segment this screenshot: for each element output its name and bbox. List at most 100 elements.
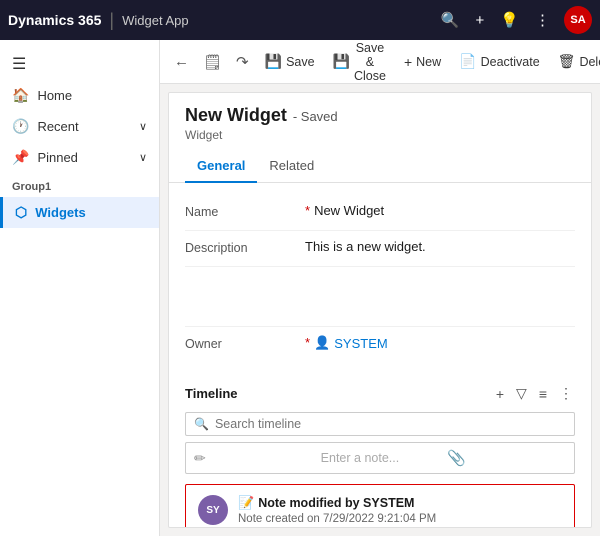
sidebar-item-pinned-label: Pinned xyxy=(37,150,77,165)
owner-icon: 👤 xyxy=(314,335,330,351)
timeline-actions: + ▽ ≡ ⋮ xyxy=(494,383,575,404)
page-icon-button[interactable]: 🗒 xyxy=(197,47,228,77)
lightbulb-icon-button[interactable]: 💡 xyxy=(498,9,521,31)
field-row-owner: Owner * 👤 SYSTEM xyxy=(185,327,575,363)
delete-label: Delete xyxy=(579,55,600,69)
save-label: Save xyxy=(286,55,315,69)
timeline-search-bar[interactable]: 🔍 xyxy=(185,412,575,436)
page-icon: 🗒 xyxy=(203,54,222,71)
note-input-row: ✏ Enter a note... 📎 xyxy=(185,442,575,474)
field-row-empty xyxy=(185,267,575,327)
command-bar: ← 🗒 ↷ 💾 Save 💾 Save & Close + New 📄 xyxy=(160,40,600,84)
sidebar-item-widgets[interactable]: ⬡ Widgets xyxy=(0,197,159,228)
add-icon-button[interactable]: + xyxy=(474,10,487,31)
timeline-header: Timeline + ▽ ≡ ⋮ xyxy=(185,383,575,404)
deactivate-icon: 📄 xyxy=(459,53,476,70)
form-area: New Widget - Saved Widget General Relate… xyxy=(168,92,592,528)
forward-button[interactable]: ↷ xyxy=(230,47,255,77)
entry-footer: 5:21 PM ∨ xyxy=(502,495,562,528)
sidebar-item-pinned[interactable]: 📌 Pinned ∨ xyxy=(0,142,159,173)
nav-app-name: Widget App xyxy=(122,13,189,28)
name-required-indicator: * xyxy=(305,203,310,218)
entry-note-icon: 📝 xyxy=(238,495,254,511)
timeline-entry: SY 📝 Note modified by SYSTEM Note create… xyxy=(185,484,575,528)
new-icon: + xyxy=(404,54,412,70)
form-saved-badge: - Saved xyxy=(293,109,338,124)
save-close-icon: 💾 xyxy=(333,53,350,70)
hamburger-icon: ☰ xyxy=(12,56,26,73)
sidebar-item-home-label: Home xyxy=(37,88,72,103)
search-icon: 🔍 xyxy=(441,11,460,29)
more-icon-button[interactable]: ⋮ xyxy=(533,9,552,31)
timeline-more-button[interactable]: ⋮ xyxy=(557,383,575,404)
back-icon: ← xyxy=(174,53,189,70)
delete-button[interactable]: 🗑 Delete xyxy=(550,47,600,76)
note-input-placeholder[interactable]: Enter a note... xyxy=(321,451,440,465)
entry-body: 📝 Note modified by SYSTEM Note created o… xyxy=(238,495,492,528)
deactivate-label: Deactivate xyxy=(481,55,540,69)
timeline-list-button[interactable]: ≡ xyxy=(537,384,549,404)
deactivate-button[interactable]: 📄 Deactivate xyxy=(451,47,548,76)
search-icon-button[interactable]: 🔍 xyxy=(439,9,462,31)
owner-required-indicator: * xyxy=(305,335,310,350)
hamburger-button[interactable]: ☰ xyxy=(0,48,159,80)
top-nav: Dynamics 365 | Widget App 🔍 + 💡 ⋮ SA xyxy=(0,0,600,40)
sidebar-group-label: Group1 xyxy=(0,173,159,197)
owner-field-label: Owner xyxy=(185,335,305,351)
nav-icons: 🔍 + 💡 ⋮ SA xyxy=(439,6,592,34)
timeline-section: Timeline + ▽ ≡ ⋮ xyxy=(169,375,591,528)
layout: ☰ 🏠 Home 🕐 Recent ∨ 📌 Pinned ∨ Group1 ⬡ … xyxy=(0,40,600,536)
recent-icon: 🕐 xyxy=(12,118,29,135)
lightbulb-icon: 💡 xyxy=(500,11,519,29)
add-icon: + xyxy=(476,12,485,29)
field-row-name: Name * New Widget xyxy=(185,195,575,231)
home-icon: 🏠 xyxy=(12,87,29,104)
new-button[interactable]: + New xyxy=(396,48,449,76)
entry-title: 📝 Note modified by SYSTEM xyxy=(238,495,492,511)
name-field-value[interactable]: New Widget xyxy=(314,203,575,218)
entry-meta: Note created on 7/29/2022 9:21:04 PM xyxy=(238,513,492,525)
sidebar: ☰ 🏠 Home 🕐 Recent ∨ 📌 Pinned ∨ Group1 ⬡ … xyxy=(0,40,160,536)
form-subtitle: Widget xyxy=(185,128,575,142)
pin-icon: 📌 xyxy=(12,149,29,166)
tab-general[interactable]: General xyxy=(185,150,257,183)
avatar[interactable]: SA xyxy=(564,6,592,34)
timeline-search-input[interactable] xyxy=(215,417,566,431)
sidebar-item-widgets-label: Widgets xyxy=(35,205,85,220)
chevron-down-icon: ∨ xyxy=(139,120,147,133)
note-edit-icon: ✏ xyxy=(194,450,313,467)
save-icon: 💾 xyxy=(265,53,282,70)
save-button[interactable]: 💾 Save xyxy=(257,47,323,76)
description-field-label: Description xyxy=(185,239,305,255)
timeline-add-icon: + xyxy=(496,386,504,402)
sidebar-item-home[interactable]: 🏠 Home xyxy=(0,80,159,111)
back-button[interactable]: ← xyxy=(168,47,195,76)
sidebar-item-recent[interactable]: 🕐 Recent ∨ xyxy=(0,111,159,142)
nav-brand: Dynamics 365 xyxy=(8,12,101,28)
sidebar-item-recent-label: Recent xyxy=(37,119,78,134)
timeline-more-icon: ⋮ xyxy=(559,385,573,401)
field-row-description: Description This is a new widget. xyxy=(185,231,575,267)
timeline-add-button[interactable]: + xyxy=(494,384,506,404)
attach-icon[interactable]: 📎 xyxy=(447,449,566,467)
form-title: New Widget xyxy=(185,105,287,126)
tab-related[interactable]: Related xyxy=(257,150,326,183)
nav-divider: | xyxy=(109,10,114,31)
new-label: New xyxy=(416,55,441,69)
nav-more-icon: ⋮ xyxy=(535,11,550,29)
entry-avatar: SY xyxy=(198,495,228,525)
save-close-button[interactable]: 💾 Save & Close xyxy=(325,40,394,89)
main-area: ← 🗒 ↷ 💾 Save 💾 Save & Close + New 📄 xyxy=(160,40,600,536)
name-field-label: Name xyxy=(185,203,305,219)
form-tabs: General Related xyxy=(169,150,591,183)
form-fields: Name * New Widget Description This is a … xyxy=(169,183,591,375)
timeline-title: Timeline xyxy=(185,386,494,401)
timeline-filter-icon: ▽ xyxy=(516,385,527,401)
timeline-list-icon: ≡ xyxy=(539,386,547,402)
owner-field-value[interactable]: 👤 SYSTEM xyxy=(314,335,575,351)
timeline-filter-button[interactable]: ▽ xyxy=(514,383,529,404)
timeline-search-icon: 🔍 xyxy=(194,417,209,431)
description-field-value[interactable]: This is a new widget. xyxy=(305,239,575,254)
form-header: New Widget - Saved Widget xyxy=(169,93,591,142)
widgets-icon: ⬡ xyxy=(15,204,27,221)
